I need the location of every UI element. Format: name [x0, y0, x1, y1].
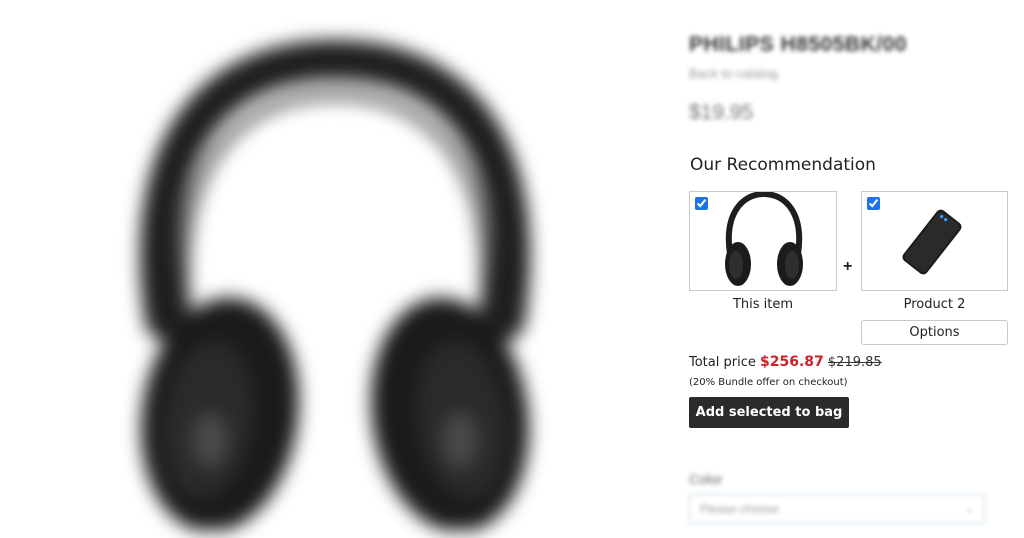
product-details-column: PHILIPS H8505BK/00 Back to catalog $19.9… [689, 0, 1009, 538]
color-select[interactable]: Please choose ⌄ [689, 494, 985, 524]
color-select-placeholder: Please choose [700, 502, 779, 516]
recommendation-card-this-item[interactable] [689, 191, 837, 291]
bundle-offer-note: (20% Bundle offer on checkout) [689, 377, 848, 388]
headphones-thumbnail-icon [725, 192, 803, 286]
recommendation-title: Our Recommendation [690, 155, 876, 175]
add-selected-to-bag-button[interactable]: Add selected to bag [689, 397, 849, 428]
bundle-price: $256.87 [760, 354, 824, 370]
plus-sign: + [843, 258, 853, 275]
original-price: $219.85 [827, 355, 882, 370]
options-button[interactable]: Options [861, 320, 1008, 345]
total-price-line: Total price $256.87 $219.85 [689, 354, 882, 370]
headphones-image [139, 39, 531, 533]
this-item-checkbox[interactable] [695, 197, 708, 210]
back-to-catalog-link[interactable]: Back to catalog [689, 66, 778, 81]
total-price-label: Total price [689, 355, 756, 370]
recommendation-card-product-2[interactable] [861, 191, 1008, 291]
product-2-checkbox[interactable] [867, 197, 880, 210]
product-2-label: Product 2 [903, 297, 966, 312]
product-price: $19.95 [689, 101, 754, 124]
chevron-down-icon: ⌄ [964, 503, 974, 515]
color-label: Color [689, 471, 723, 487]
product-title: PHILIPS H8505BK/00 [689, 33, 907, 56]
this-item-label: This item [732, 297, 794, 312]
power-bank-thumbnail-icon [902, 209, 962, 275]
product-hero-image [100, 20, 570, 533]
